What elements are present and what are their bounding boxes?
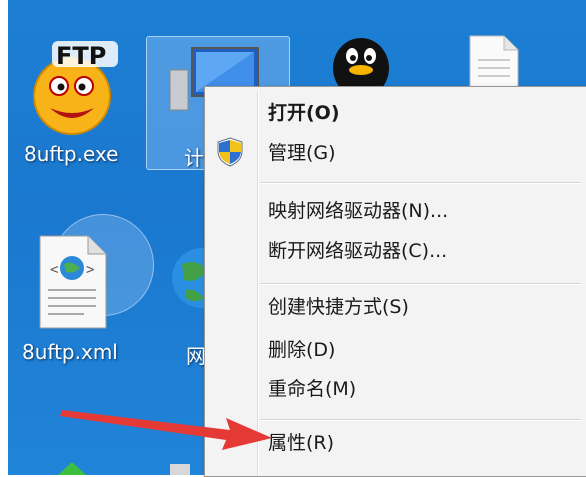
desktop-icon-label: 网 [186,344,206,368]
desktop-icon-8uftp-exe[interactable]: FTP 8uftp.exe [22,38,132,168]
svg-text:>: > [86,262,94,278]
network-globe-icon[interactable] [168,244,208,314]
red-arrow-pointer [60,410,272,450]
window-edge [0,0,8,475]
menu-item-disconnect-network-drive[interactable]: 断开网络驱动器(C)... [268,233,447,269]
menu-item-map-network-drive[interactable]: 映射网络驱动器(N)... [268,193,448,229]
menu-item-manage[interactable]: 管理(G) [268,135,336,171]
menu-item-open[interactable]: 打开(O) [268,95,340,131]
menu-separator [260,182,581,184]
bottom-icons-partial [58,462,190,475]
svg-text:<: < [50,262,58,278]
menu-separator [260,283,581,285]
ftp-smiley-icon: FTP [33,41,118,135]
desktop-icon-label: 8uftp.xml [22,340,118,364]
menu-item-create-shortcut[interactable]: 创建快捷方式(S) [268,289,409,325]
ftp-logo-text: FTP [56,42,106,70]
xml-file-icon[interactable]: < > [34,234,114,330]
document-icon[interactable] [466,34,526,94]
desktop-icon-label: 计 [184,146,204,170]
menu-item-rename[interactable]: 重命名(M) [268,371,356,407]
qq-penguin-icon[interactable] [326,30,396,90]
menu-separator [260,419,581,421]
desktop-icon-label: 8uftp.exe [24,142,119,166]
menu-item-delete[interactable]: 删除(D) [268,332,335,368]
shield-icon [217,137,243,167]
